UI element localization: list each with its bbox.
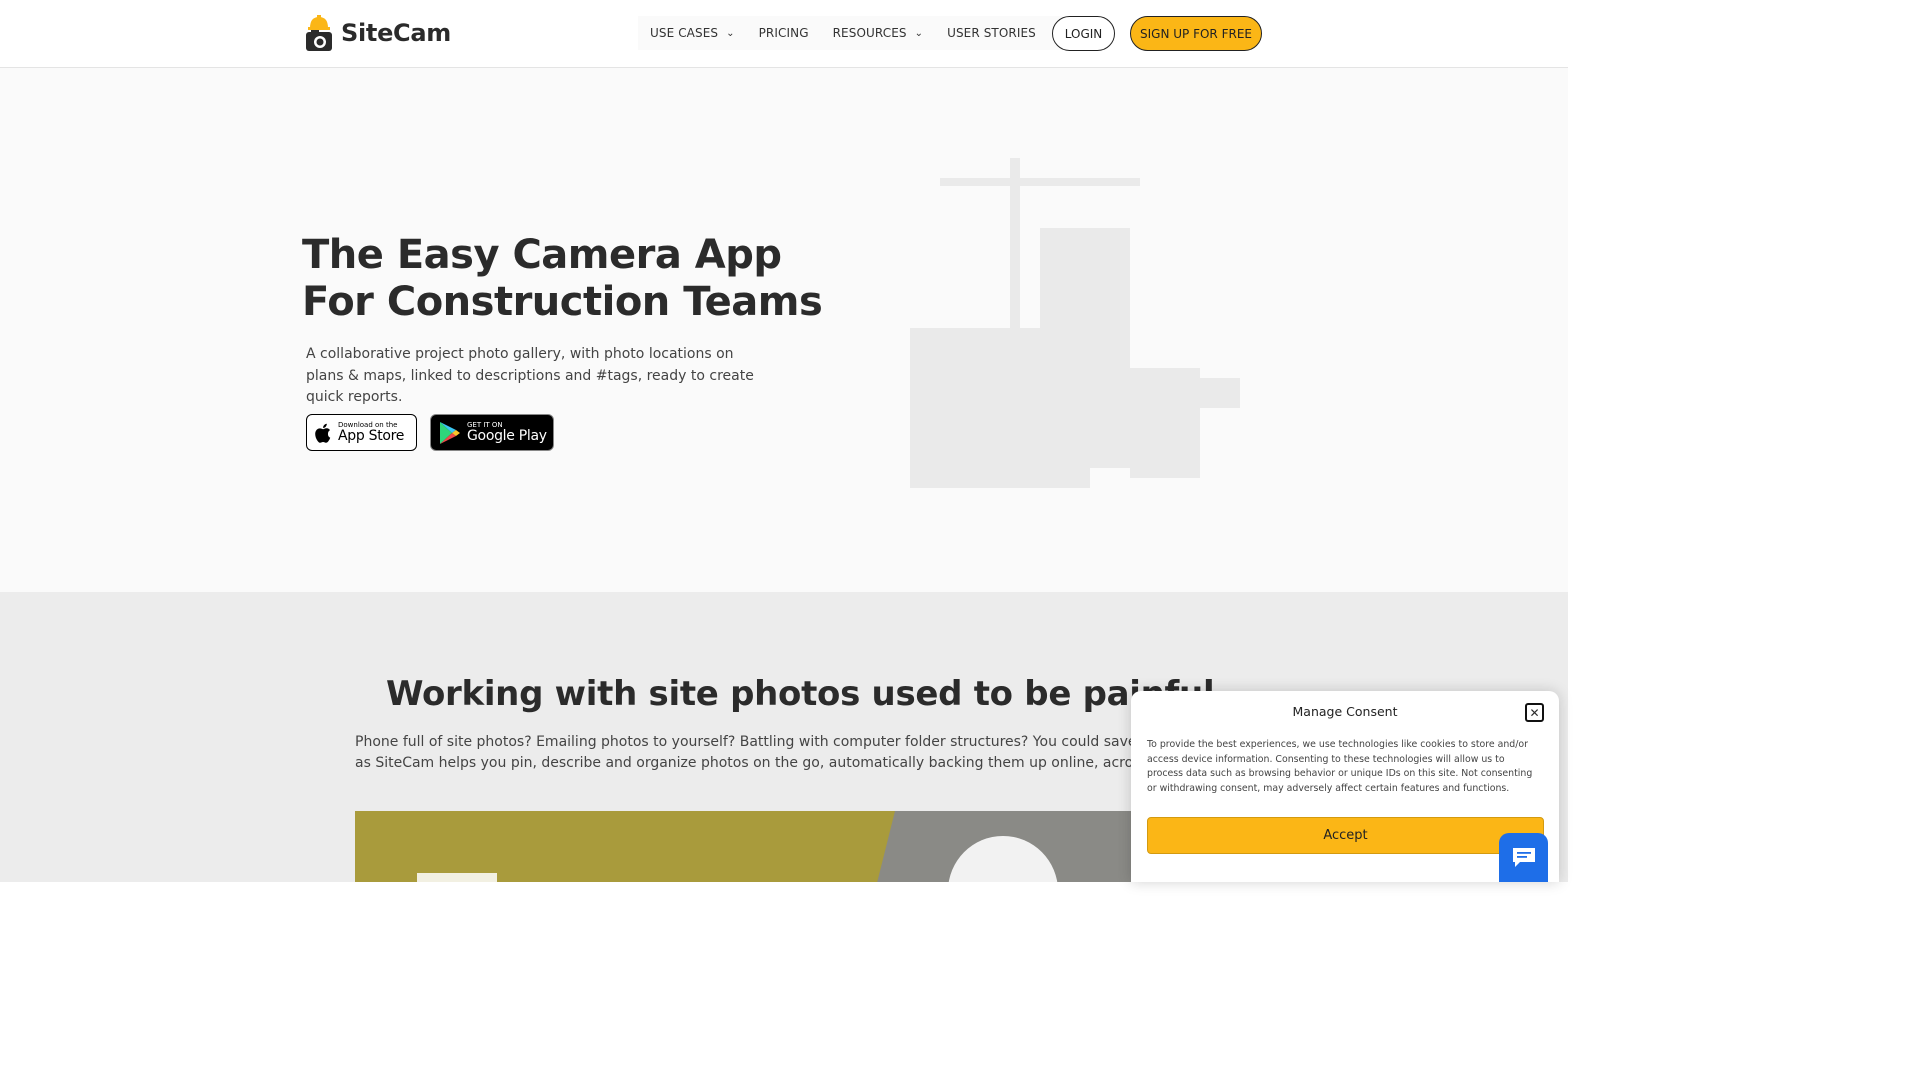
nav-item-label: PRICING <box>758 26 809 40</box>
nav-item-resources[interactable]: RESOURCES ⌄ <box>833 26 923 40</box>
close-icon[interactable]: ✕ <box>1525 703 1544 722</box>
section-description-line1: Phone full of site photos? Emailing phot… <box>355 734 1155 750</box>
consent-dialog: Manage Consent ✕ To provide the best exp… <box>1131 691 1559 882</box>
hero-section: The Easy Camera App For Construction Tea… <box>0 68 1568 592</box>
nav-item-label: RESOURCES <box>832 26 907 40</box>
chevron-down-icon: ⌄ <box>726 27 735 39</box>
nav-item-label: USER STORIES <box>947 26 1036 40</box>
hero-description: A collaborative project photo gallery, w… <box>306 346 754 405</box>
consent-text: To provide the best experiences, we use … <box>1147 739 1533 795</box>
accept-button[interactable]: Accept <box>1147 817 1544 854</box>
chat-icon[interactable] <box>1499 833 1548 882</box>
login-button[interactable]: LOGIN <box>1052 16 1115 51</box>
hardhat-camera-logo-icon <box>305 14 333 52</box>
section-description-line2: as SiteCam helps you pin, describe and o… <box>355 755 1155 771</box>
apple-icon <box>315 423 333 443</box>
video-thumbnail[interactable] <box>355 811 1213 882</box>
nav-item-user-stories[interactable]: USER STORIES <box>947 26 1036 40</box>
google-play-button[interactable]: GET IT ON Google Play <box>430 414 554 451</box>
google-play-big: Google Play <box>467 428 547 444</box>
app-store-text: Download on the App Store <box>338 421 404 444</box>
nav-item-use-cases[interactable]: USE CASES ⌄ <box>650 26 735 40</box>
hero-title-line1: The Easy Camera App <box>302 232 782 278</box>
main-nav: USE CASES ⌄ PRICING RESOURCES ⌄ USER STO… <box>638 16 1062 50</box>
logo-text: SiteCam <box>341 19 451 47</box>
signup-button[interactable]: SIGN UP FOR FREE <box>1130 16 1262 51</box>
google-play-text: GET IT ON Google Play <box>467 421 547 444</box>
hero-title-line2: For Construction Teams <box>302 279 823 325</box>
hero-title: The Easy Camera App For Construction Tea… <box>302 232 862 326</box>
section-title: Working with site photos used to be pain… <box>386 674 1215 714</box>
logo[interactable]: SiteCam <box>305 14 451 52</box>
nav-item-pricing[interactable]: PRICING <box>759 26 809 40</box>
app-store-button[interactable]: Download on the App Store <box>306 414 417 451</box>
app-store-big: App Store <box>338 428 405 444</box>
consent-title: Manage Consent <box>1292 704 1398 719</box>
hero-background-illustration <box>880 148 1260 498</box>
section-description: Phone full of site photos? Emailing phot… <box>355 732 1155 774</box>
chevron-down-icon: ⌄ <box>914 27 924 39</box>
nav-item-label: USE CASES <box>650 26 719 40</box>
google-play-icon <box>439 421 461 445</box>
site-header: SiteCam USE CASES ⌄ PRICING RESOURCES ⌄ … <box>0 0 1568 68</box>
